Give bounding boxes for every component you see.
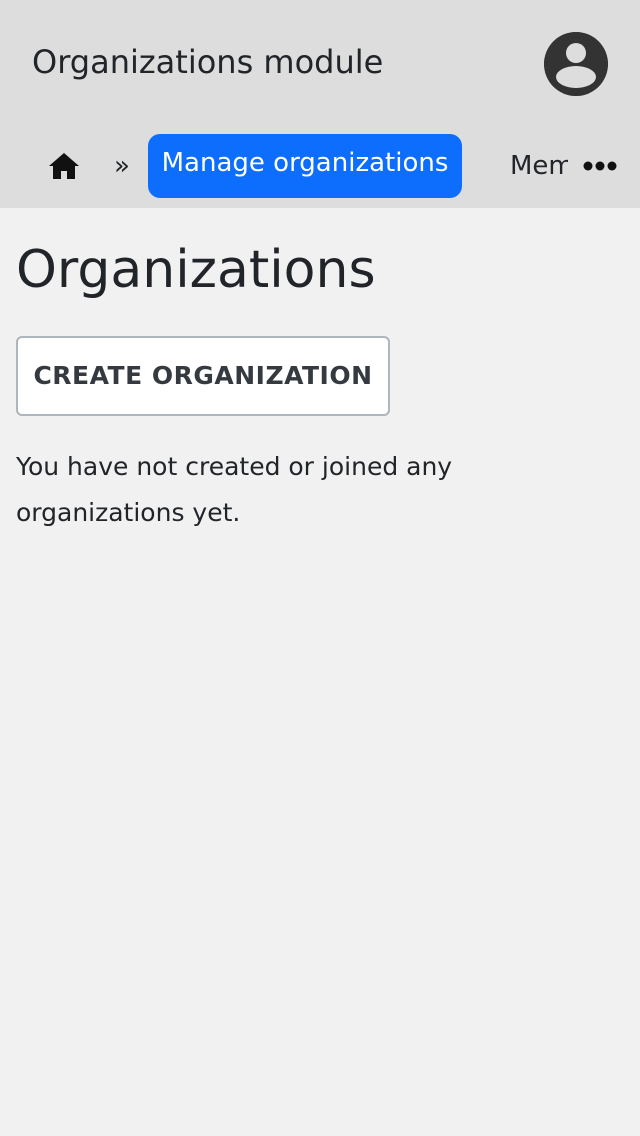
breadcrumb-more-button[interactable]: [578, 152, 622, 180]
page-title: Organizations: [16, 240, 376, 300]
user-circle-icon: [544, 32, 608, 96]
breadcrumb-separator: »: [114, 151, 130, 181]
breadcrumb-members[interactable]: Members: [510, 144, 568, 188]
breadcrumb-home-link[interactable]: [44, 146, 84, 186]
breadcrumb-manage-organizations[interactable]: Manage organizations: [148, 134, 462, 198]
home-icon: [49, 153, 79, 179]
create-organization-button[interactable]: CREATE ORGANIZATION: [16, 336, 390, 416]
user-avatar-button[interactable]: [544, 32, 608, 96]
empty-state-message: You have not created or joined any organ…: [16, 452, 453, 527]
app-header: Organizations module » Manage organizati…: [0, 0, 640, 208]
app-title: Organizations module: [32, 43, 384, 81]
ellipsis-icon: [583, 161, 617, 171]
breadcrumb: » Manage organizations Members: [0, 128, 640, 204]
